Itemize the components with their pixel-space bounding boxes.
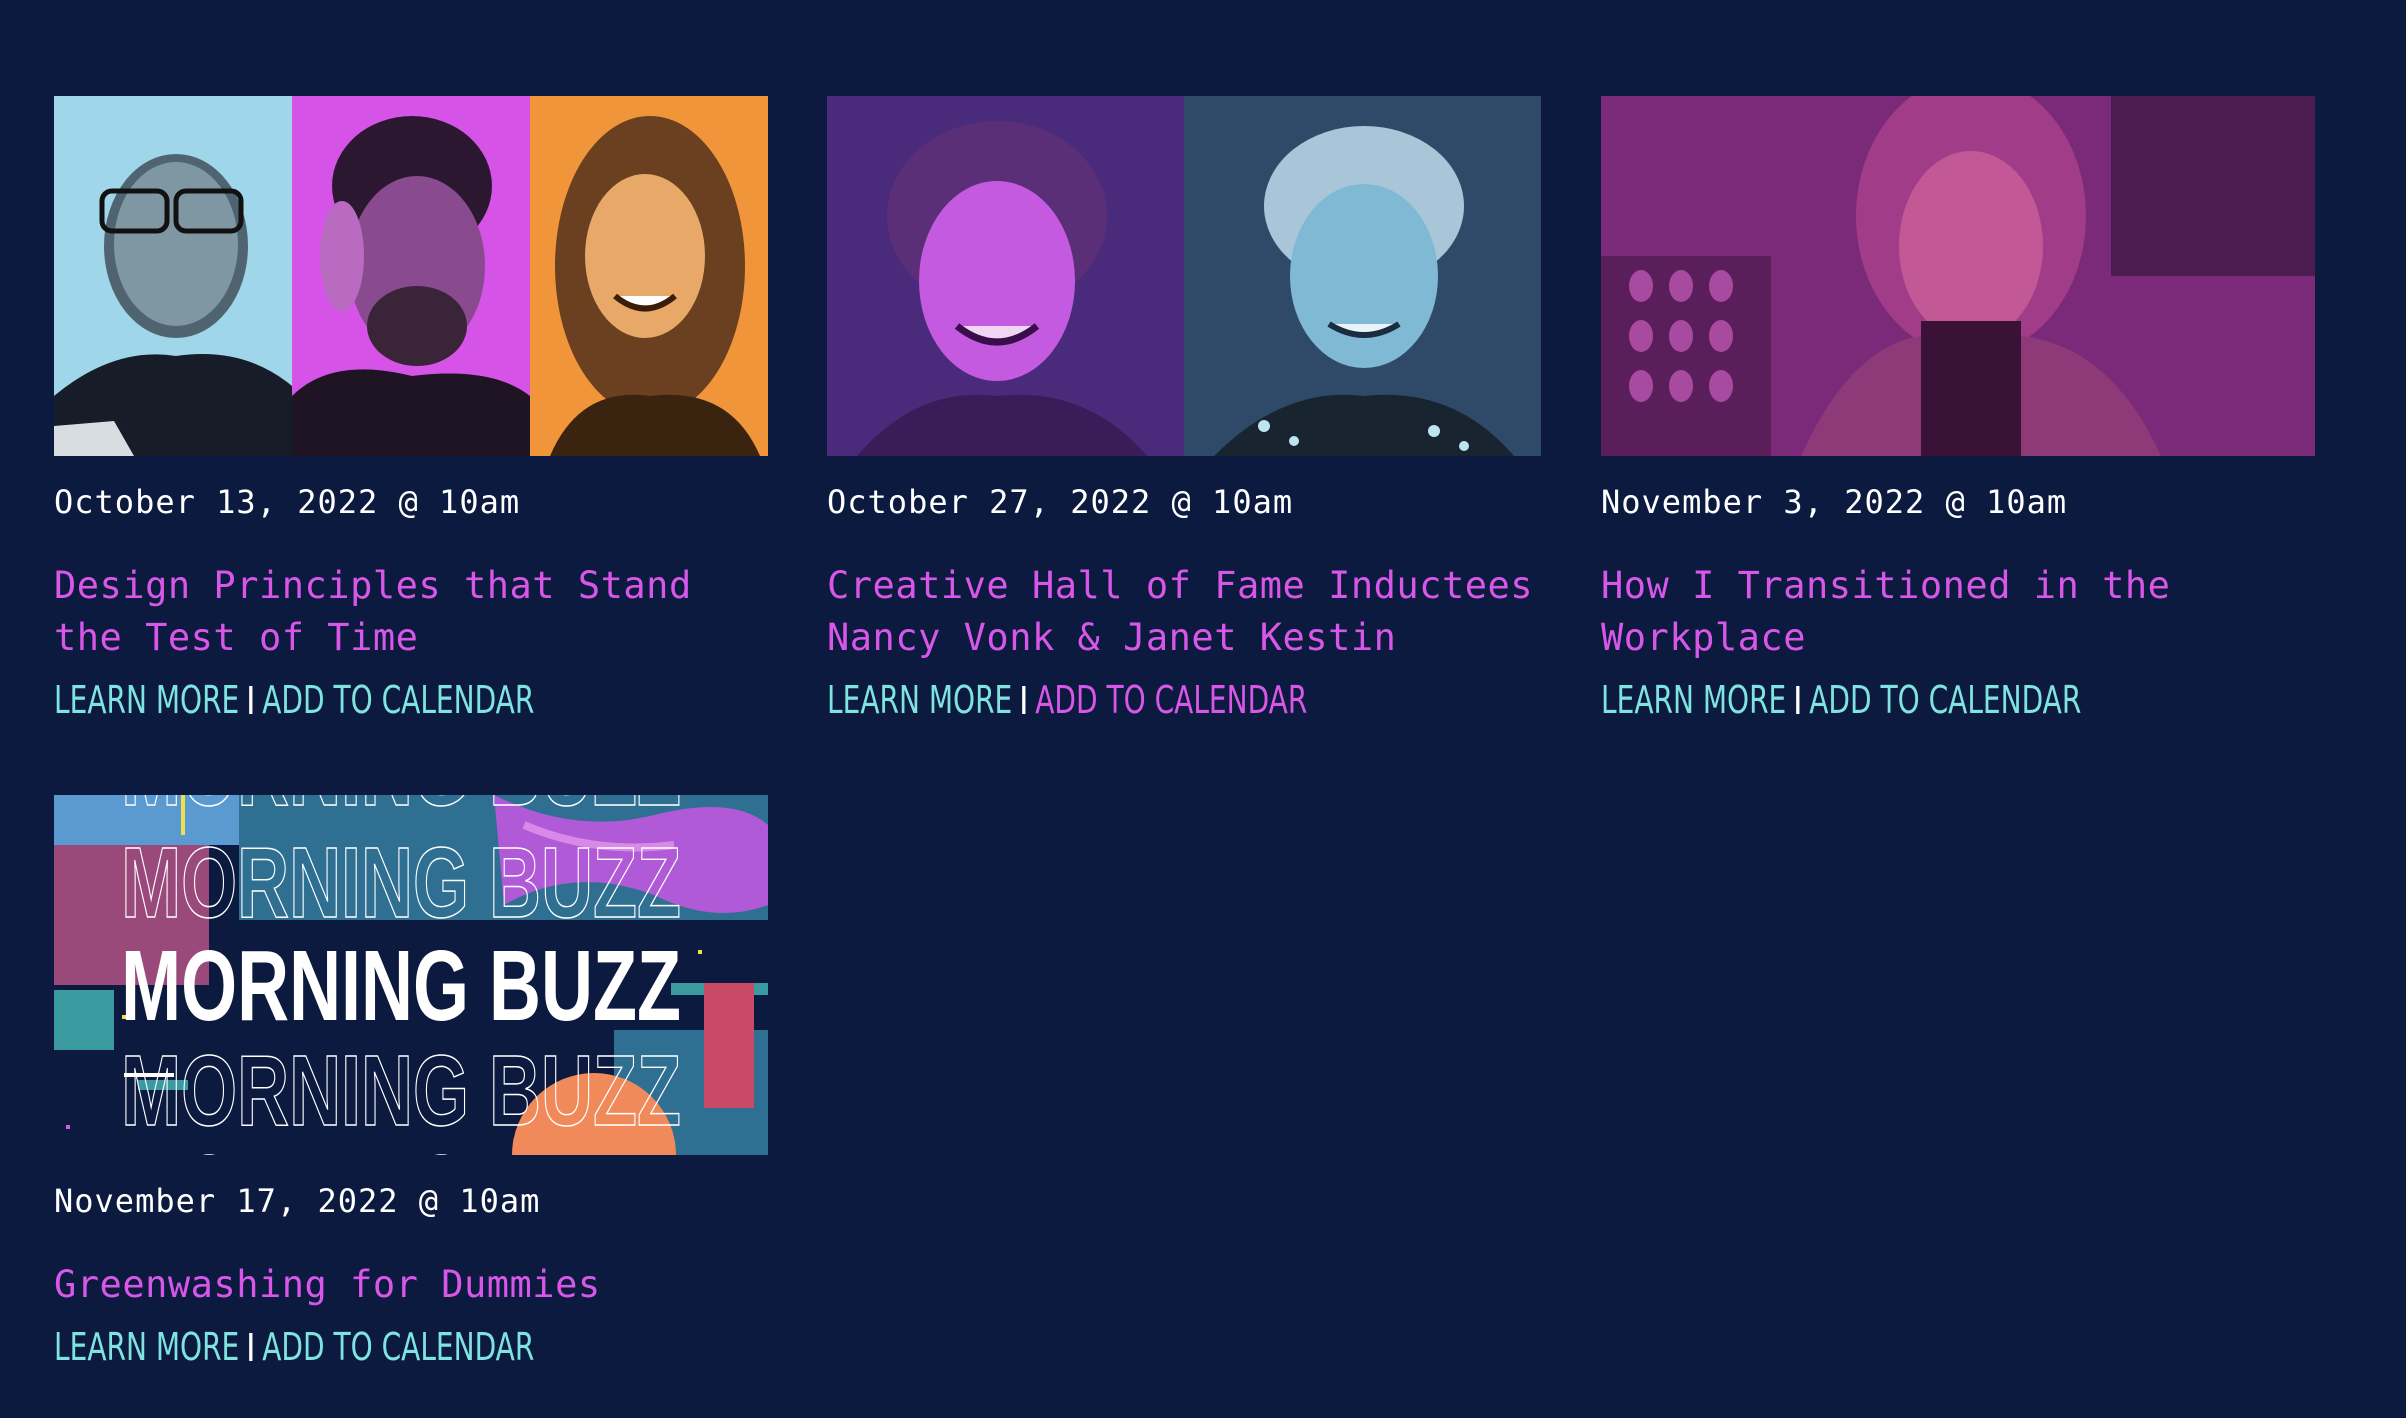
graphic-text-outline: MORNING BUZZ <box>121 1135 681 1155</box>
graphic-text-main: MORNING BUZZ <box>121 930 681 1041</box>
learn-more-link[interactable]: LEARN MORE <box>54 1323 239 1371</box>
morning-buzz-graphic: MORNING BUZZ MORNING BUZZ MORNING BUZZ M… <box>54 795 768 1155</box>
link-separator <box>249 1333 253 1361</box>
add-to-calendar-link[interactable]: ADD TO CALENDAR <box>262 1323 534 1371</box>
event-thumbnail[interactable] <box>1601 96 2315 456</box>
event-card: November 3, 2022 @ 10am How I Transition… <box>1601 96 2315 724</box>
link-separator <box>1022 686 1026 714</box>
speaker-photo <box>1184 96 1541 456</box>
event-title[interactable]: Creative Hall of Fame Inductees Nancy Vo… <box>827 560 1541 664</box>
event-links: LEARN MORE ADD TO CALENDAR <box>1601 676 2186 724</box>
speaker-photo <box>54 96 292 456</box>
learn-more-link[interactable]: LEARN MORE <box>54 676 239 724</box>
event-thumbnail[interactable] <box>827 96 1541 456</box>
event-card: October 13, 2022 @ 10am Design Principle… <box>54 96 768 724</box>
event-title[interactable]: Design Principles that Stand the Test of… <box>54 560 768 664</box>
event-date: October 27, 2022 @ 10am <box>827 483 1294 521</box>
event-links: LEARN MORE ADD TO CALENDAR <box>827 676 1412 724</box>
graphic-text-outline: MORNING BUZZ <box>121 827 681 938</box>
event-title[interactable]: Greenwashing for Dummies <box>54 1259 768 1311</box>
learn-more-link[interactable]: LEARN MORE <box>827 676 1012 724</box>
add-to-calendar-link[interactable]: ADD TO CALENDAR <box>1035 676 1307 724</box>
link-separator <box>1796 686 1800 714</box>
event-thumbnail[interactable] <box>54 96 768 456</box>
event-date: November 17, 2022 @ 10am <box>54 1182 541 1220</box>
speaker-photo <box>1601 96 2315 456</box>
event-card: October 27, 2022 @ 10am Creative Hall of… <box>827 96 1541 724</box>
event-links: LEARN MORE ADD TO CALENDAR <box>54 676 639 724</box>
event-date: November 3, 2022 @ 10am <box>1601 483 2068 521</box>
link-separator <box>249 686 253 714</box>
speaker-photo <box>292 96 530 456</box>
event-thumbnail[interactable]: MORNING BUZZ MORNING BUZZ MORNING BUZZ M… <box>54 795 768 1155</box>
learn-more-link[interactable]: LEARN MORE <box>1601 676 1786 724</box>
graphic-text-outline: MORNING BUZZ <box>121 1035 681 1146</box>
event-date: October 13, 2022 @ 10am <box>54 483 521 521</box>
speaker-photo <box>530 96 768 456</box>
speaker-photo <box>827 96 1184 456</box>
event-links: LEARN MORE ADD TO CALENDAR <box>54 1323 639 1371</box>
add-to-calendar-link[interactable]: ADD TO CALENDAR <box>262 676 534 724</box>
add-to-calendar-link[interactable]: ADD TO CALENDAR <box>1809 676 2081 724</box>
event-card: MORNING BUZZ MORNING BUZZ MORNING BUZZ M… <box>54 795 768 1371</box>
graphic-text-outline: MORNING BUZZ <box>121 795 681 827</box>
event-title[interactable]: How I Transitioned in the Workplace <box>1601 560 2315 664</box>
